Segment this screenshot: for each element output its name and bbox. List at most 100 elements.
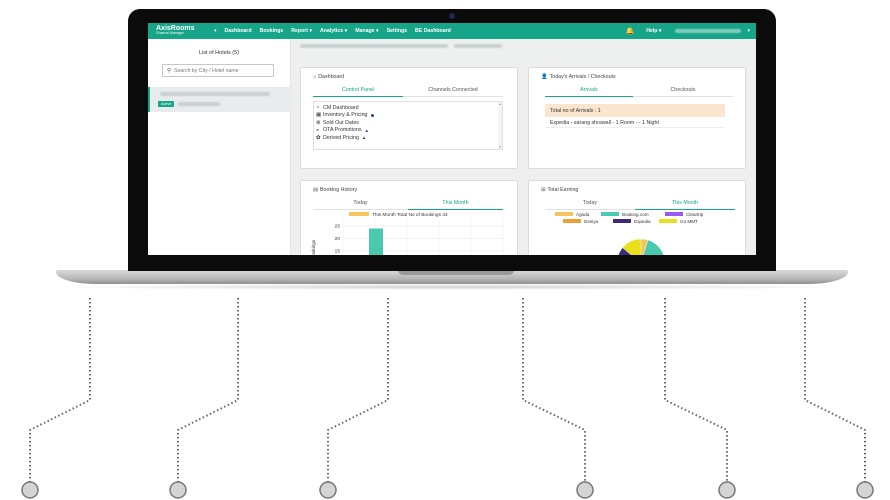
- connector-5: [664, 298, 728, 482]
- grid-icon: ▦: [316, 112, 322, 119]
- arrivals-panel-title: 👤 Today's Arrivals / Checkouts: [541, 74, 616, 80]
- arrivals-panel: 👤 Today's Arrivals / Checkouts Arrivals C…: [528, 67, 746, 169]
- nav-help[interactable]: Help ▾: [646, 28, 661, 34]
- brand-caret-icon[interactable]: ▾: [214, 28, 217, 34]
- gear-icon: ✿: [316, 134, 321, 141]
- nav-report[interactable]: Report ▾: [291, 28, 312, 34]
- legend-swatch: [665, 212, 683, 216]
- nav-be-dashboard[interactable]: BE Dashboard: [415, 28, 451, 34]
- total-earning-tabs: Today This Month: [545, 200, 735, 210]
- sold-out-icon: ⊗: [316, 119, 321, 126]
- dashboard-panel-title: ⌂ Dashboard: [313, 74, 345, 80]
- y-axis-label: No of Bookings: [311, 239, 316, 255]
- search-icon: ⚲: [167, 67, 172, 74]
- legend-label: Go MMT: [680, 219, 698, 224]
- legend-swatch: [349, 212, 369, 216]
- list-item-cm-dashboard[interactable]: ◔ CM Dashboard: [316, 104, 502, 112]
- total-earning-title: ⊞ Total Earning: [541, 187, 579, 193]
- up-triangle-icon: ▲: [361, 135, 367, 141]
- status-badge: Active: [158, 101, 175, 107]
- hotel-list-item[interactable]: Active: [148, 87, 292, 112]
- nav-bookings[interactable]: Bookings: [260, 28, 284, 34]
- connector-node-6: [856, 481, 874, 499]
- hotel-list-title: List of Hotels (5): [198, 50, 240, 56]
- nav-right: 🔔 Help ▾ ▾: [625, 27, 756, 35]
- laptop-screen: AxisRooms Channel Manager ▾ Dashboard Bo…: [148, 23, 756, 255]
- y-tick-label: 15: [335, 249, 341, 255]
- history-icon: ▤: [313, 187, 319, 193]
- hotel-search-input[interactable]: ⚲ Search by City / Hotel name: [162, 64, 274, 77]
- hotel-name: [160, 92, 270, 96]
- chevron-down-icon: ▾: [309, 28, 313, 34]
- nav-manage[interactable]: Manage ▾: [355, 28, 378, 34]
- arrivals-tabs: Arrivals Checkouts: [545, 87, 733, 97]
- notification-dot: [371, 113, 375, 117]
- tab-checkouts[interactable]: Checkouts: [633, 87, 733, 97]
- list-item-inventory-pricing[interactable]: ▦ Inventory & Pricing: [316, 112, 502, 120]
- booking-history-tabs: Today This Month: [313, 200, 503, 210]
- scroll-up-icon[interactable]: ▲: [498, 102, 502, 106]
- tab-channels-connected[interactable]: Channels Connected: [403, 87, 503, 97]
- webcam: [449, 13, 455, 19]
- nav-settings[interactable]: Settings: [387, 28, 407, 34]
- tab-today[interactable]: Today: [313, 200, 408, 210]
- user-icon: 👤: [541, 74, 548, 80]
- total-earning-panel: ⊞ Total Earning Today This Month Agoda Boo…: [528, 180, 746, 255]
- tab-this-month[interactable]: This Month: [408, 200, 503, 210]
- list-scrollbar[interactable]: ▲ ▼: [498, 102, 502, 149]
- legend-swatch: [555, 212, 573, 216]
- earning-pie-chart: Agoda Booking.com Cleartrip Desiya Expedia Go…: [555, 212, 704, 255]
- connector-node-2: [169, 481, 187, 499]
- brand-logo[interactable]: AxisRooms Channel Manager: [148, 25, 222, 36]
- connector-2: [177, 298, 239, 482]
- scroll-down-icon[interactable]: ▼: [498, 145, 502, 149]
- y-tick-label: 25: [335, 224, 341, 230]
- search-placeholder: Search by City / Hotel name: [174, 67, 239, 74]
- control-panel-list: ◔ CM Dashboard ▦ Inventory & Pricing ⊗ Sold…: [313, 101, 503, 150]
- user-menu[interactable]: [675, 29, 742, 33]
- money-icon: ⊞: [541, 187, 546, 193]
- arrival-row[interactable]: Expedia - sarang shrawall - 1 Room - - 1…: [545, 118, 725, 128]
- connector-1: [29, 298, 91, 482]
- connector-node-5: [718, 481, 736, 499]
- y-tick-label: 20: [335, 236, 341, 242]
- list-item-sold-out-dates[interactable]: ⊗ Sold Out Dates: [316, 119, 502, 127]
- connector-3: [327, 298, 389, 482]
- breadcrumb-secondary: [454, 44, 502, 48]
- arrivals-total: Total no of Arrivals : 1: [545, 104, 725, 117]
- top-navbar: AxisRooms Channel Manager ▾ Dashboard Bo…: [148, 23, 756, 39]
- connector-4: [522, 298, 586, 482]
- chevron-down-icon: ▾: [344, 28, 348, 34]
- user-caret-icon[interactable]: ▾: [747, 28, 750, 34]
- bell-icon[interactable]: 🔔: [625, 27, 634, 35]
- legend-label: This Month Total No of Bookings 44: [372, 212, 448, 218]
- legend-swatch: [601, 212, 619, 216]
- tab-today[interactable]: Today: [545, 200, 635, 210]
- legend-swatch: [613, 219, 631, 223]
- nav-dashboard[interactable]: Dashboard: [225, 28, 252, 34]
- booking-history-title: ▤ Booking History: [313, 187, 358, 193]
- tab-control-panel[interactable]: Control Panel: [313, 87, 403, 97]
- hotel-location: [178, 102, 220, 106]
- connector-node-1: [21, 481, 39, 499]
- bar: [369, 228, 383, 255]
- list-item-derived-pricing[interactable]: ✿ Derived Pricing ▲: [316, 134, 502, 142]
- hotel-sidebar: List of Hotels (5) ⚲ Search by City / Ho…: [148, 39, 292, 255]
- connector-6: [804, 298, 866, 482]
- laptop-lid: AxisRooms Channel Manager ▾ Dashboard Bo…: [128, 9, 776, 271]
- legend-swatch: [563, 219, 581, 223]
- legend-label: Expedia: [634, 219, 651, 224]
- dashboard-icon: ⌂: [313, 74, 317, 80]
- list-item-ota-promotions[interactable]: ◒ OTA Promotions ▲: [316, 127, 502, 135]
- tab-this-month[interactable]: This Month: [635, 200, 735, 210]
- legend-label: Agoda: [576, 212, 590, 217]
- booking-history-panel: ▤ Booking History Today This Month This M…: [300, 180, 518, 255]
- nav-analytics[interactable]: Analytics ▾: [320, 28, 347, 34]
- connector-node-3: [319, 481, 337, 499]
- laptop-shadow: [30, 284, 870, 290]
- legend-swatch: [659, 219, 677, 223]
- dashboard-panel: ⌂ Dashboard Control Panel Channels Connec…: [300, 67, 518, 169]
- chevron-down-icon: ▾: [375, 28, 379, 34]
- legend-label: Cleartrip: [686, 212, 704, 217]
- tab-arrivals[interactable]: Arrivals: [545, 87, 633, 97]
